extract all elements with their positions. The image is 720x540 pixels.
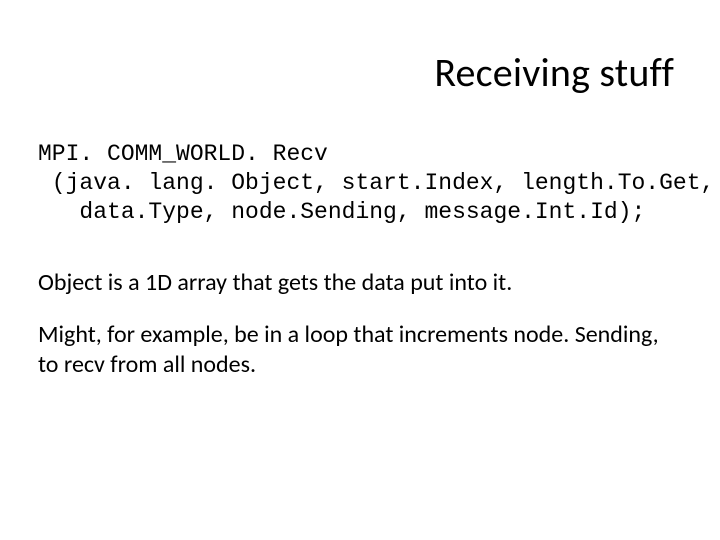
code-line-3: data.Type, node.Sending, message.Int.Id)… [38,199,645,225]
code-line-1: MPI. COMM_WORLD. Recv [38,141,328,167]
slide-title: Receiving stuff [434,48,674,97]
body-paragraph-2: Might, for example, be in a loop that in… [38,320,674,380]
code-block: MPI. COMM_WORLD. Recv (java. lang. Objec… [38,140,714,226]
slide: Receiving stuff MPI. COMM_WORLD. Recv (j… [0,0,720,540]
body-paragraph-1: Object is a 1D array that gets the data … [38,268,674,298]
code-line-2: (java. lang. Object, start.Index, length… [38,170,714,196]
